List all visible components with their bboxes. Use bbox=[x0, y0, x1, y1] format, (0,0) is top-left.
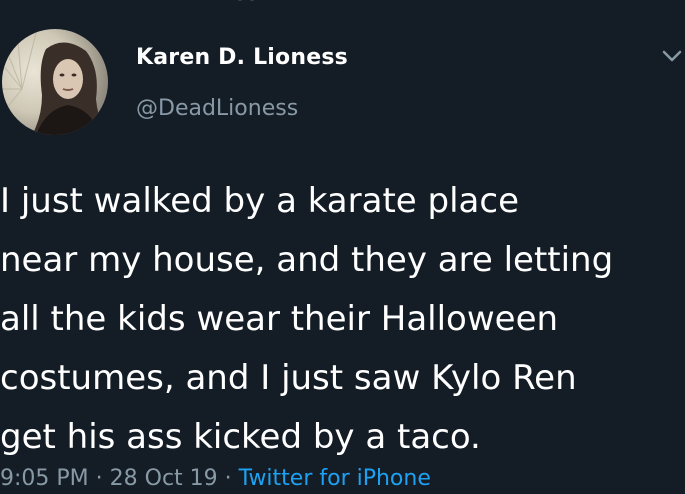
tweet-meta: 9:05 PM · 28 Oct 19 · Twitter for iPhone bbox=[0, 466, 431, 491]
tweet-source-link[interactable]: Twitter for iPhone bbox=[239, 466, 431, 491]
top-dots-decoration bbox=[237, 0, 255, 1]
avatar-image bbox=[2, 29, 108, 135]
user-handle[interactable]: @DeadLioness bbox=[136, 96, 298, 121]
tweet-time[interactable]: 9:05 PM bbox=[0, 466, 89, 491]
display-name[interactable]: Karen D. Lioness bbox=[136, 45, 348, 70]
avatar[interactable] bbox=[2, 29, 108, 135]
tweet-date[interactable]: 28 Oct 19 bbox=[110, 466, 218, 491]
meta-separator: · bbox=[88, 466, 110, 491]
chevron-down-icon[interactable] bbox=[660, 46, 684, 66]
tweet-text: I just walked by a karate place near my … bbox=[0, 181, 614, 457]
meta-separator: · bbox=[217, 466, 239, 491]
